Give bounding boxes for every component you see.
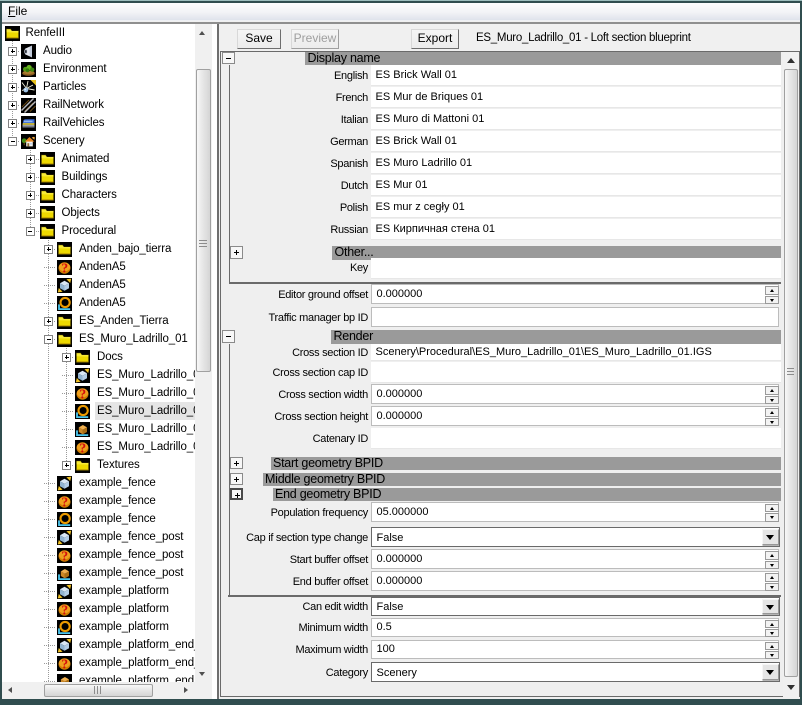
svg-text:?: ? bbox=[61, 494, 68, 509]
svg-text:?: ? bbox=[61, 602, 68, 617]
svg-text:?: ? bbox=[61, 260, 68, 275]
svg-text:?: ? bbox=[61, 656, 68, 671]
svg-text:?: ? bbox=[79, 440, 86, 455]
svg-text:?: ? bbox=[79, 386, 86, 401]
svg-text:?: ? bbox=[61, 548, 68, 563]
